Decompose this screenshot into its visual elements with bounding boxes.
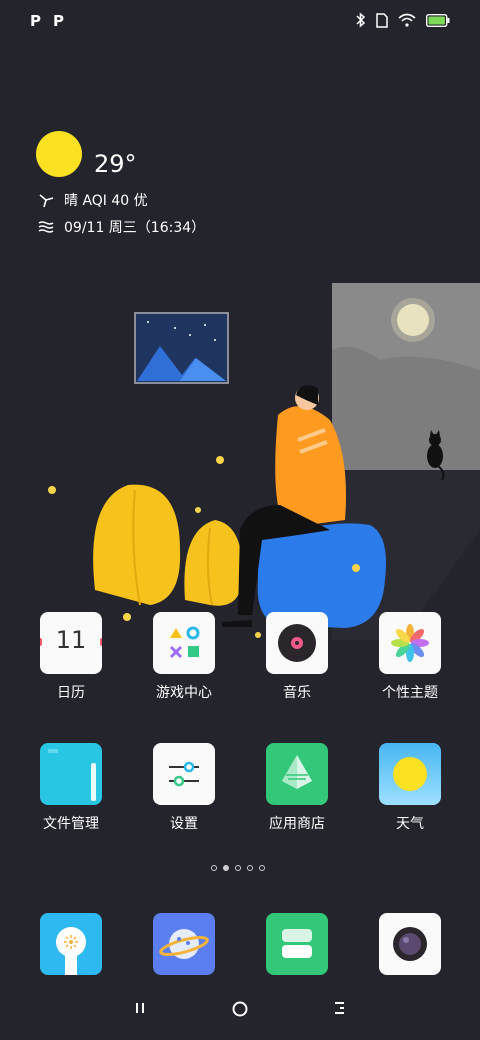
files-icon [40, 743, 102, 805]
page-dot[interactable] [247, 865, 253, 871]
app-weather[interactable]: 天气 [365, 743, 455, 833]
menu-icon[interactable] [132, 1000, 148, 1016]
app-label: 设置 [170, 816, 198, 832]
music-icon [266, 612, 328, 674]
app-themes[interactable]: 个性主题 [365, 612, 455, 702]
app-label: 天气 [396, 816, 424, 832]
page-indicator[interactable] [211, 865, 265, 871]
dock-camera[interactable] [365, 913, 455, 975]
app-label: 个性主题 [382, 685, 438, 701]
app-label: 音乐 [283, 685, 311, 701]
app-game-center[interactable]: 游戏中心 [139, 612, 229, 702]
dock-messages[interactable] [252, 913, 342, 975]
calendar-icon: 11 [40, 612, 102, 674]
weather-condition: 晴 AQI 40 优 [64, 193, 148, 209]
app-label: 游戏中心 [156, 685, 212, 701]
page-dot[interactable] [259, 865, 265, 871]
wifi-icon [398, 13, 416, 27]
back-icon[interactable] [332, 1000, 348, 1016]
game-center-icon [153, 612, 215, 674]
page-dot-active[interactable] [223, 865, 229, 871]
wind-icon [39, 194, 54, 208]
home-icon[interactable] [231, 1000, 249, 1018]
phone-icon [40, 913, 102, 975]
calendar-date-number: 11 [55, 626, 87, 654]
app-app-store[interactable]: 应用商店 [252, 743, 342, 833]
weather-condition-row[interactable]: 晴 AQI 40 优 [38, 190, 148, 210]
battery-icon [426, 13, 450, 27]
dock-phone[interactable] [26, 913, 116, 975]
app-label: 文件管理 [43, 816, 99, 832]
app-settings[interactable]: 设置 [139, 743, 229, 833]
app-store-icon [266, 743, 328, 805]
bluetooth-icon [356, 12, 366, 28]
status-right-icons [356, 12, 450, 28]
page-dot[interactable] [235, 865, 241, 871]
weather-date: 09/11 周三（16:34） [64, 220, 206, 236]
camera-icon [379, 913, 441, 975]
sim-icon [376, 12, 388, 28]
dock-browser[interactable] [139, 913, 229, 975]
notification-p-icon-2: P [53, 12, 64, 30]
messages-icon [266, 913, 328, 975]
settings-icon [153, 743, 215, 805]
notification-p-icon-1: P [30, 12, 41, 30]
wallpaper-illustration [48, 283, 480, 640]
haze-icon [38, 221, 54, 233]
app-files[interactable]: 文件管理 [26, 743, 116, 833]
app-label: 日历 [57, 685, 85, 701]
app-label: 应用商店 [269, 816, 325, 832]
page-dot[interactable] [211, 865, 217, 871]
app-music[interactable]: 音乐 [252, 612, 342, 702]
weather-sun-icon[interactable] [36, 131, 82, 177]
weather-icon [379, 743, 441, 805]
browser-icon [153, 913, 215, 975]
themes-icon [379, 612, 441, 674]
status-left-icons: P P [30, 12, 64, 30]
weather-date-row[interactable]: 09/11 周三（16:34） [38, 217, 205, 237]
app-calendar[interactable]: 11 日历 [26, 612, 116, 702]
temperature[interactable]: 29° [94, 150, 137, 178]
